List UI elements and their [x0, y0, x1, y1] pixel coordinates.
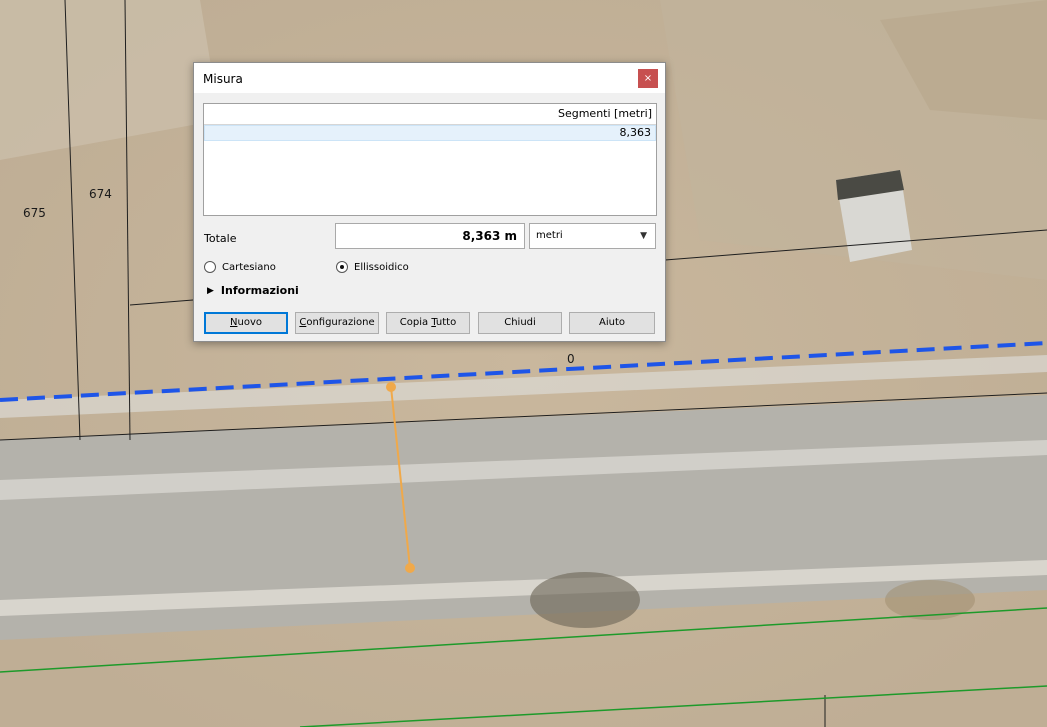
- radio-cartesian[interactable]: Cartesiano: [204, 260, 276, 274]
- segments-column-header[interactable]: Segmenti [metri]: [204, 104, 656, 125]
- radio-ellipsoidal[interactable]: Ellissoidico: [336, 260, 409, 274]
- chevron-down-icon: ▼: [640, 231, 647, 241]
- dialog-title: Misura: [203, 72, 243, 86]
- parcel-label-674: 674: [89, 187, 112, 201]
- radio-cartesian-label: Cartesiano: [222, 261, 276, 273]
- vegetation: [885, 580, 975, 620]
- help-button[interactable]: Aiuto: [569, 312, 655, 334]
- measure-start-point[interactable]: [386, 382, 396, 392]
- unit-select[interactable]: metri ▼: [529, 223, 656, 249]
- segments-table[interactable]: Segmenti [metri] 8,363: [203, 103, 657, 216]
- total-label: Totale: [204, 232, 237, 245]
- measure-dialog: Misura × Segmenti [metri] 8,363 Totale 8…: [193, 62, 666, 342]
- new-button[interactable]: Nuovo: [204, 312, 288, 334]
- radio-ellipsoidal-label: Ellissoidico: [354, 261, 409, 273]
- road-label: 0: [567, 352, 575, 366]
- unit-select-value: metri: [536, 230, 563, 241]
- measure-end-point[interactable]: [405, 563, 415, 573]
- info-expander[interactable]: ▶ Informazioni: [207, 284, 299, 297]
- vegetation: [530, 572, 640, 628]
- triangle-right-icon: ▶: [207, 285, 214, 296]
- close-icon[interactable]: ×: [638, 69, 658, 88]
- table-row[interactable]: 8,363: [204, 125, 656, 141]
- copy-all-button[interactable]: Copia Tutto: [386, 312, 470, 334]
- radio-ellipsoidal-circle[interactable]: [336, 261, 348, 273]
- parcel-label-675: 675: [23, 206, 46, 220]
- dialog-titlebar[interactable]: Misura ×: [194, 63, 665, 93]
- configuration-button[interactable]: Configurazione: [295, 312, 379, 334]
- close-button[interactable]: Chiudi: [478, 312, 562, 334]
- radio-cartesian-circle[interactable]: [204, 261, 216, 273]
- info-label: Informazioni: [220, 284, 299, 297]
- total-value-field: 8,363 m: [335, 223, 525, 249]
